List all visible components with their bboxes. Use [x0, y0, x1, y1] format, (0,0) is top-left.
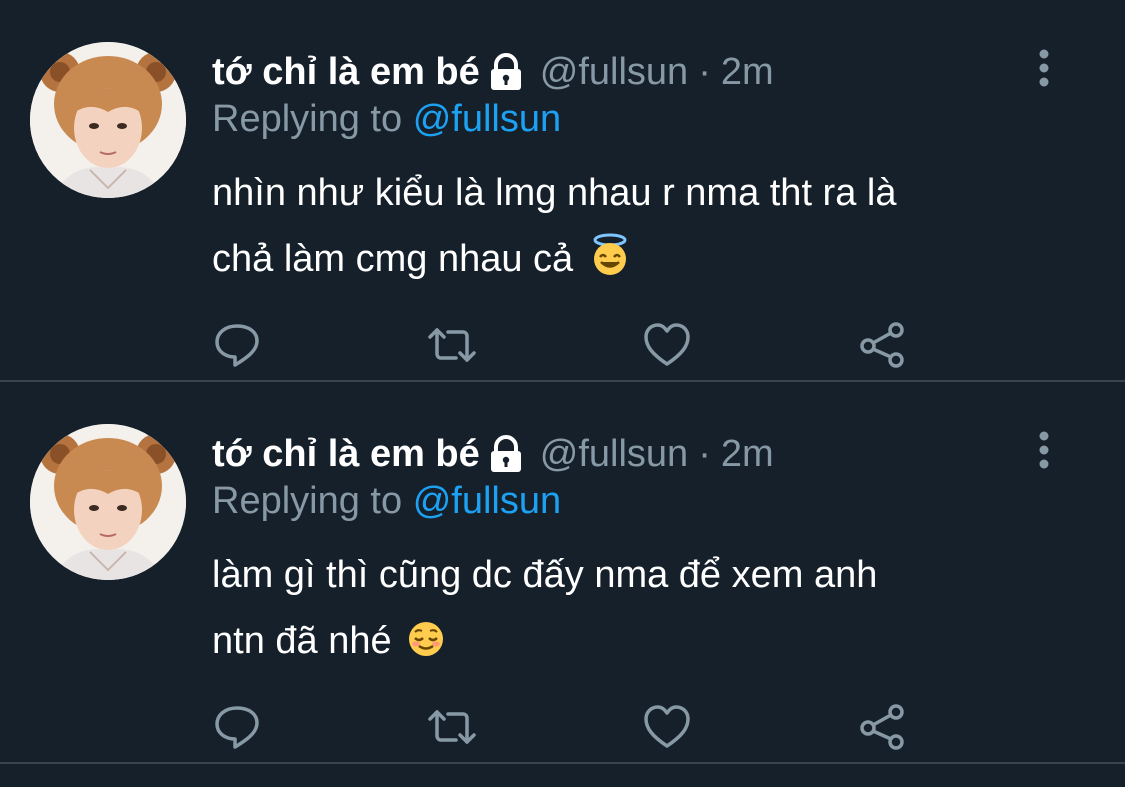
- lock-icon: [486, 434, 526, 474]
- reply-icon[interactable]: [212, 320, 262, 370]
- relieved-face-icon: [406, 614, 446, 680]
- replying-to: Replying to @fullsun: [212, 98, 561, 141]
- replying-to-label: Replying to: [212, 98, 403, 140]
- tweet[interactable]: tớ chỉ là em bé @fullsun · 2m Replying t…: [0, 382, 1125, 764]
- reply-icon[interactable]: [212, 702, 262, 752]
- share-icon[interactable]: [858, 702, 908, 752]
- smiling-face-with-halo-icon: [588, 232, 632, 298]
- tweet-text: nhìn như kiểu là lmg nhau r nma tht ra l…: [212, 160, 1072, 298]
- handle[interactable]: @fullsun: [540, 433, 688, 476]
- like-icon[interactable]: [642, 320, 692, 370]
- timestamp[interactable]: 2m: [721, 433, 774, 476]
- avatar[interactable]: [30, 42, 186, 198]
- tweet-actions: [212, 320, 912, 372]
- replying-to-handle[interactable]: @fullsun: [413, 480, 561, 522]
- lock-icon: [486, 52, 526, 92]
- more-vertical-icon[interactable]: [1030, 430, 1058, 470]
- avatar[interactable]: [30, 424, 186, 580]
- tweet-text-line: làm gì thì cũng dc đấy nma để xem anh: [212, 554, 878, 596]
- replying-to-handle[interactable]: @fullsun: [413, 98, 561, 140]
- share-icon[interactable]: [858, 320, 908, 370]
- tweet-text: làm gì thì cũng dc đấy nma để xem anh nt…: [212, 542, 1072, 680]
- tweet-text-line-with-emoji: chả làm cmg nhau cả: [212, 226, 1072, 298]
- display-name[interactable]: tớ chỉ là em bé: [212, 433, 480, 476]
- like-icon[interactable]: [642, 702, 692, 752]
- tweet-text-line-with-emoji: ntn đã nhé: [212, 608, 1072, 680]
- tweet-header: tớ chỉ là em bé @fullsun · 2m: [212, 430, 774, 478]
- tweet-actions: [212, 702, 912, 754]
- tweet-text-line: chả làm cmg nhau cả: [212, 238, 574, 280]
- tweet-header: tớ chỉ là em bé @fullsun · 2m: [212, 48, 774, 96]
- tweet[interactable]: tớ chỉ là em bé @fullsun · 2m Replying t…: [0, 0, 1125, 382]
- separator-dot: ·: [698, 50, 711, 93]
- more-vertical-icon[interactable]: [1030, 48, 1058, 88]
- retweet-icon[interactable]: [424, 320, 476, 370]
- tweet-text-line: ntn đã nhé: [212, 620, 392, 662]
- replying-to: Replying to @fullsun: [212, 480, 561, 523]
- retweet-icon[interactable]: [424, 702, 476, 752]
- tweet-text-line: nhìn như kiểu là lmg nhau r nma tht ra l…: [212, 172, 897, 214]
- separator-dot: ·: [698, 432, 711, 475]
- handle[interactable]: @fullsun: [540, 51, 688, 94]
- timestamp[interactable]: 2m: [721, 51, 774, 94]
- display-name[interactable]: tớ chỉ là em bé: [212, 51, 480, 94]
- replying-to-label: Replying to: [212, 480, 403, 522]
